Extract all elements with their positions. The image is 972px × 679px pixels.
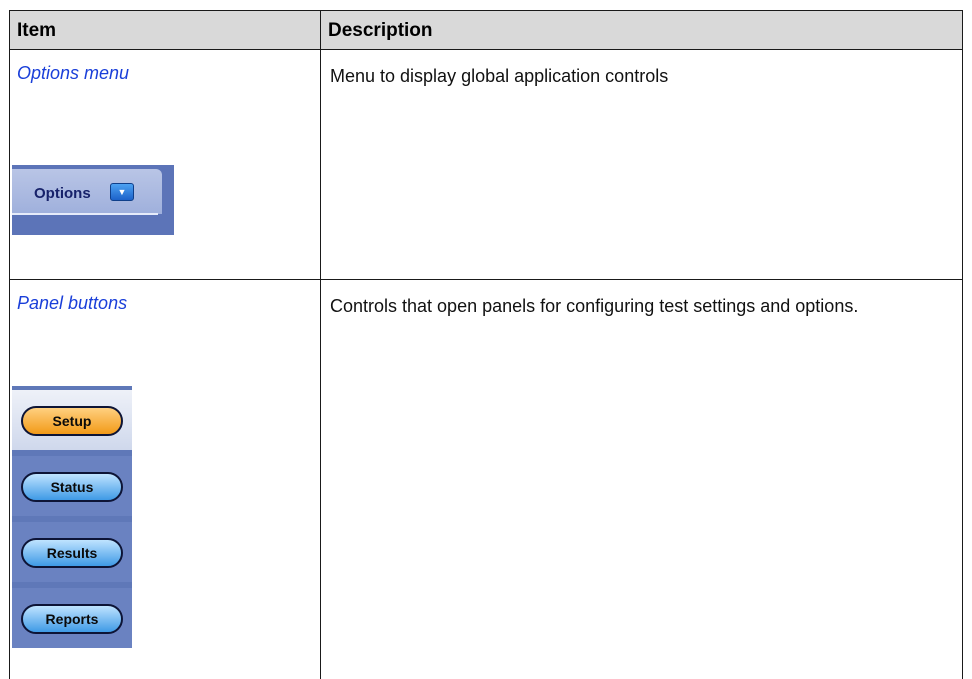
panel-slot-status: Status [12,456,132,516]
reports-button[interactable]: Reports [21,604,123,634]
panel-slot-reports: Reports [12,588,132,648]
table-header-row: Item Description [10,10,962,50]
header-item-label: Item [17,20,57,41]
description-table: Item Description Options menu Options ▼ … [9,10,963,679]
description-text: Controls that open panels for configurin… [330,296,859,316]
description-cell: Controls that open panels for configurin… [321,280,962,679]
table-row: Panel buttons Setup Status Results Repor… [10,280,962,679]
header-cell-description: Description [321,11,962,49]
header-cell-item: Item [10,11,321,49]
divider [12,213,158,215]
item-cell: Panel buttons Setup Status Results Repor… [10,280,321,679]
options-menu-link[interactable]: Options menu [17,63,129,84]
options-tab: Options ▼ [12,169,162,214]
setup-button[interactable]: Setup [21,406,123,436]
panel-buttons-image: Setup Status Results Reports [12,386,132,648]
table-row: Options menu Options ▼ Menu to display g… [10,50,962,280]
panel-slot-results: Results [12,522,132,582]
status-button[interactable]: Status [21,472,123,502]
results-button[interactable]: Results [21,538,123,568]
dropdown-arrow-icon: ▼ [110,183,134,201]
panel-buttons-link[interactable]: Panel buttons [17,293,127,314]
description-cell: Menu to display global application contr… [321,50,962,279]
options-menu-image: Options ▼ [12,165,174,235]
item-cell: Options menu Options ▼ [10,50,321,279]
options-label: Options [34,185,91,202]
panel-slot-setup: Setup [12,390,132,450]
description-text: Menu to display global application contr… [330,66,669,86]
header-description-label: Description [328,20,433,41]
